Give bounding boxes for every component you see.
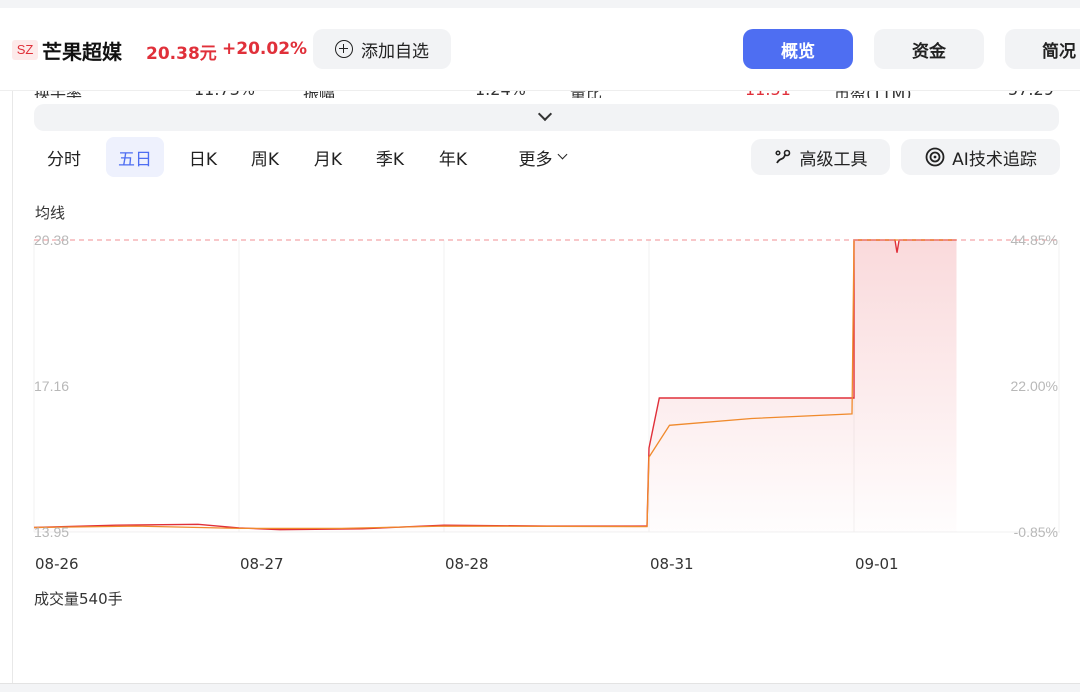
date-tick-label: 08-31 (650, 555, 694, 573)
period-tab-weekly[interactable]: 周K (238, 137, 292, 177)
price-area-fill (34, 240, 957, 532)
period-tab-intraday[interactable]: 分时 (36, 137, 92, 177)
date-tick-label: 08-26 (35, 555, 79, 573)
price-tick-label: 17.16 (34, 378, 69, 394)
price-tick-label: 13.95 (34, 524, 69, 540)
draw-tool-icon (774, 149, 790, 164)
period-tab-monthly[interactable]: 月K (301, 137, 355, 177)
pct-tick-label: 44.85% (1011, 232, 1058, 248)
period-tab-yearly[interactable]: 年K (426, 137, 480, 177)
ai-tracking-button[interactable]: AI技术追踪 (901, 139, 1060, 175)
tab-fund[interactable]: 资金 (874, 29, 984, 69)
volume-label: 成交量540手 (34, 590, 123, 608)
period-tab-quarterly[interactable]: 季K (363, 137, 417, 177)
chevron-down-icon (557, 149, 567, 160)
tab-profile[interactable]: 简况 (1005, 29, 1080, 69)
period-tab-daily[interactable]: 日K (176, 137, 230, 177)
advanced-tools-label: 高级工具 (799, 149, 868, 170)
add-watchlist-button[interactable]: 添加自选 (313, 29, 451, 69)
chevron-down-icon (537, 106, 553, 122)
expand-metrics-button[interactable] (34, 104, 1059, 131)
price-area (34, 240, 957, 532)
tab-overview[interactable]: 概览 (743, 29, 853, 69)
stock-header: SZ 芒果超媒 20.38元 +20.02% 添加自选 概览 资金 简况 (0, 8, 1080, 91)
period-more-label: 更多 (518, 149, 553, 170)
price-tick-label: 20.38 (34, 232, 69, 248)
pct-tick-label: 22.00% (1011, 378, 1058, 394)
pct-tick-label: -0.85% (1014, 524, 1058, 540)
stock-change: +20.02% (222, 39, 308, 59)
date-tick-label: 08-27 (240, 555, 284, 573)
advanced-tools-button[interactable]: 高级工具 (751, 139, 890, 175)
period-tab-five-day[interactable]: 五日 (106, 137, 164, 177)
market-badge: SZ (12, 40, 38, 60)
plus-circle-icon (335, 40, 353, 58)
date-tick-label: 08-28 (445, 555, 489, 573)
add-watchlist-label: 添加自选 (361, 41, 429, 62)
stock-price: 20.38元 (146, 44, 217, 64)
five-day-chart[interactable]: 20.38 17.16 13.95 44.85% 22.00% -0.85% 08-26 08… (0, 225, 1080, 585)
period-more-dropdown[interactable]: 更多 (506, 137, 578, 177)
ma-label: 均线 (35, 204, 66, 222)
stock-name: 芒果超媒 (42, 40, 122, 64)
date-tick-label: 09-01 (855, 555, 899, 573)
ai-tracking-label: AI技术追踪 (952, 149, 1037, 170)
window-top-edge (0, 0, 1080, 8)
ai-spiral-icon (925, 147, 945, 167)
